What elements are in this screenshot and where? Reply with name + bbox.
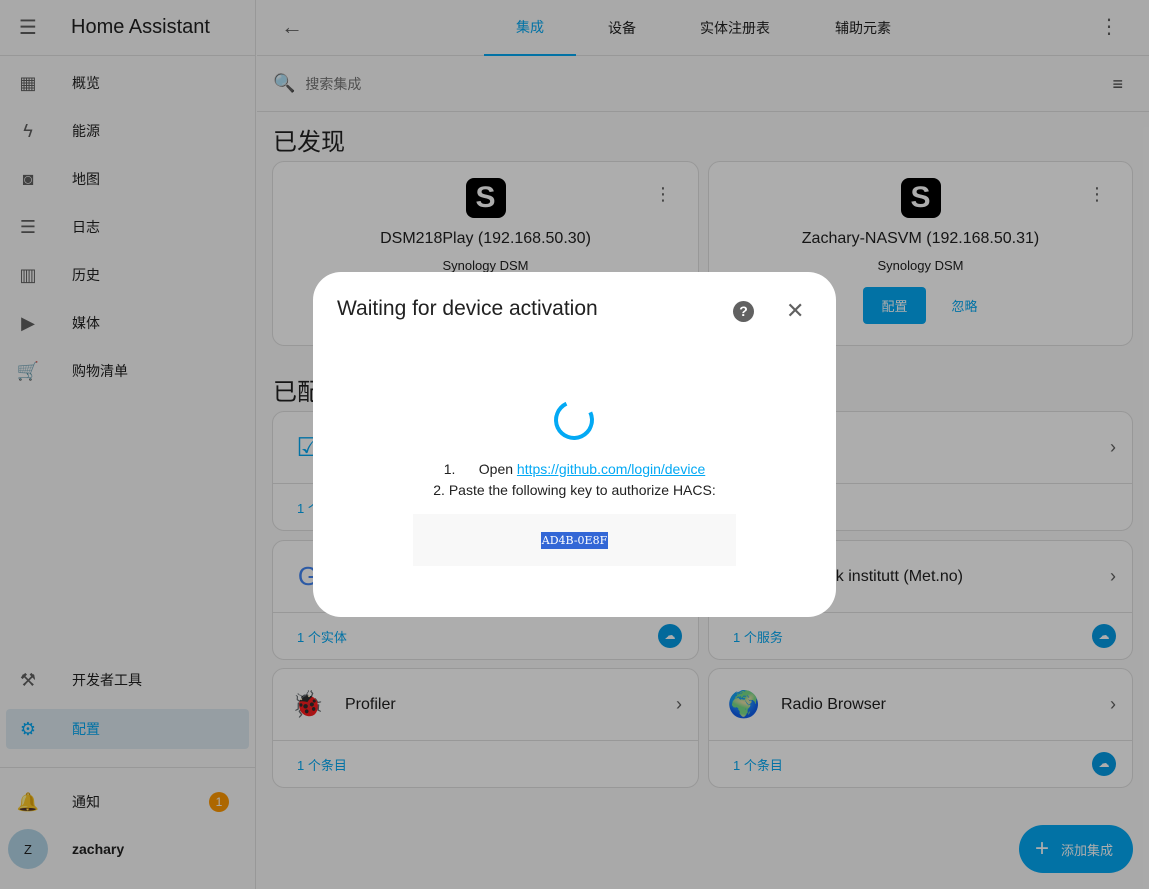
step-1: 1. Open https://github.com/login/device <box>313 459 836 480</box>
help-icon[interactable]: ? <box>733 301 754 322</box>
close-icon[interactable]: ✕ <box>786 298 804 324</box>
step-1-text: 1. Open <box>443 461 517 477</box>
github-device-link[interactable]: https://github.com/login/device <box>517 461 705 477</box>
activation-key[interactable]: AD4B-0E8F <box>540 531 609 549</box>
loading-spinner <box>548 394 600 446</box>
key-box: AD4B-0E8F <box>413 514 736 566</box>
step-2-text: 2. Paste the following key to authorize … <box>433 482 716 498</box>
dialog-title: Waiting for device activation <box>337 297 598 320</box>
device-activation-dialog: Waiting for device activation ? ✕ 1. Ope… <box>313 272 836 617</box>
